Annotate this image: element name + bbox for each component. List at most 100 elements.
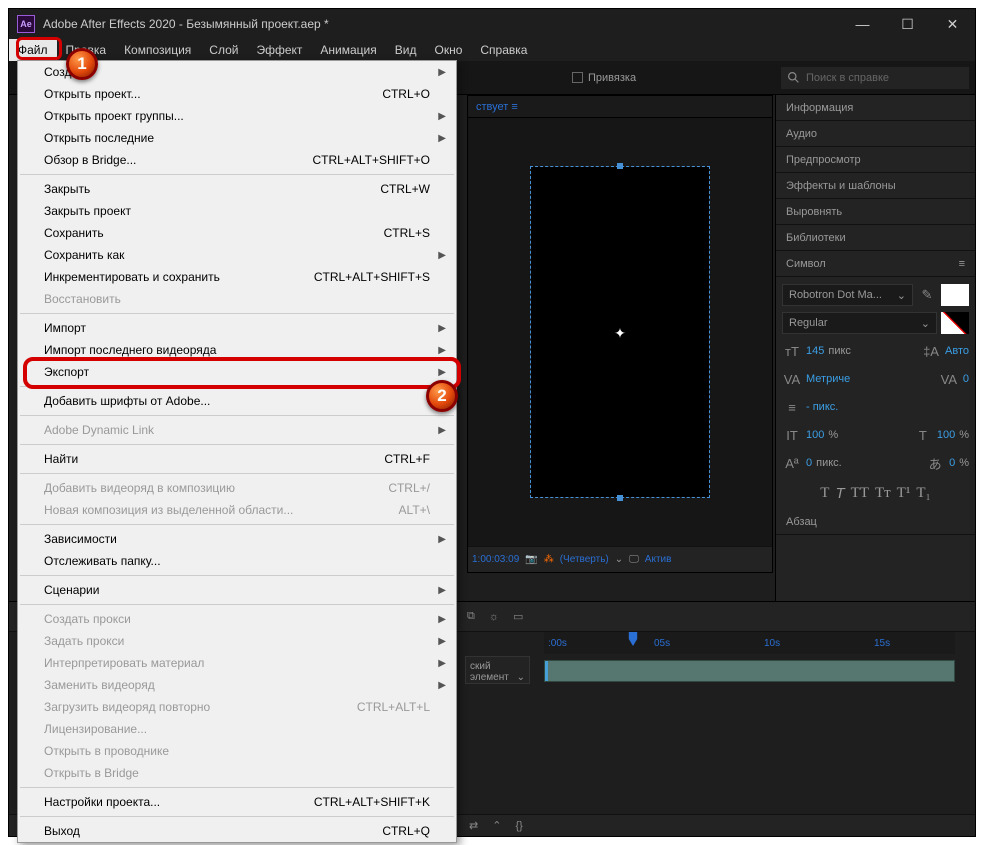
shy-icon[interactable]: ⧉ xyxy=(467,610,475,623)
file-dropdown-menu: Создать▶Открыть проект...CTRL+OОткрыть п… xyxy=(17,60,457,843)
fill-swatch[interactable] xyxy=(941,284,969,306)
snap-label: Привязка xyxy=(588,72,636,84)
menu-effect[interactable]: Эффект xyxy=(247,39,311,61)
monitor-icon[interactable]: 🖵 xyxy=(629,554,639,565)
comp-quality[interactable]: (Четверть) xyxy=(560,554,609,565)
baseline-icon: Aª xyxy=(782,453,802,473)
panel-effects[interactable]: Эффекты и шаблоны xyxy=(776,173,975,199)
camera-icon[interactable]: 📷 xyxy=(525,554,537,565)
menu-item[interactable]: Сценарии▶ xyxy=(18,579,456,601)
menu-item[interactable]: НайтиCTRL+F xyxy=(18,448,456,470)
layer-name[interactable]: ский элемент⌄ xyxy=(465,656,530,684)
subscript-button[interactable]: T₁ xyxy=(916,485,930,503)
menu-view[interactable]: Вид xyxy=(386,39,426,61)
panel-info[interactable]: Информация xyxy=(776,95,975,121)
layer-track[interactable] xyxy=(544,660,955,682)
vscale-value[interactable]: 100 xyxy=(806,429,824,441)
type-style-buttons: T T TT Tᴛ T¹ T₁ xyxy=(782,479,969,503)
leading-value[interactable]: Авто xyxy=(945,345,969,357)
menu-item[interactable]: Импорт▶ xyxy=(18,317,456,339)
menu-item: Лицензирование... xyxy=(18,718,456,740)
comp-canvas[interactable]: ✦ xyxy=(468,118,772,546)
allcaps-button[interactable]: TT xyxy=(851,485,869,503)
highlight-file-menu xyxy=(16,37,62,60)
panel-character[interactable]: Символ≡ xyxy=(776,251,975,277)
color-icon[interactable]: ⁂ xyxy=(544,554,554,565)
hscale-value[interactable]: 100 xyxy=(937,429,955,441)
menu-item: Новая композиция из выделенной области..… xyxy=(18,499,456,521)
menu-item[interactable]: Настройки проекта...CTRL+ALT+SHIFT+K xyxy=(18,791,456,813)
stroke-swatch[interactable] xyxy=(941,312,969,334)
panel-libraries[interactable]: Библиотеки xyxy=(776,225,975,251)
kerning-value[interactable]: Метриче xyxy=(806,373,850,385)
panel-preview[interactable]: Предпросмотр xyxy=(776,147,975,173)
menu-help[interactable]: Справка xyxy=(471,39,536,61)
handle-top[interactable] xyxy=(617,163,623,169)
app-icon: Ae xyxy=(17,15,35,33)
menubar: Файл Правка Композиция Слой Эффект Анима… xyxy=(9,39,975,61)
frame-blend-icon[interactable]: ▭ xyxy=(513,610,523,623)
toggle-brackets-icon[interactable]: {} xyxy=(515,820,522,832)
font-size-icon: тT xyxy=(782,341,802,361)
panel-paragraph[interactable]: Абзац xyxy=(776,509,975,535)
callout-2: 2 xyxy=(426,380,458,412)
menu-item: Добавить видеоряд в композициюCTRL+/ xyxy=(18,477,456,499)
comp-frame: ✦ xyxy=(531,167,709,497)
superscript-button[interactable]: T¹ xyxy=(897,485,911,503)
time-ruler[interactable]: :00s 05s 10s 15s xyxy=(544,632,955,654)
tsume-value[interactable]: 0 xyxy=(949,457,955,469)
bold-button[interactable]: T xyxy=(820,485,829,503)
comp-tab[interactable]: ствует ≡ xyxy=(468,96,772,118)
smallcaps-button[interactable]: Tᴛ xyxy=(875,485,891,503)
menu-item[interactable]: Отслеживать папку... xyxy=(18,550,456,572)
menu-composition[interactable]: Композиция xyxy=(115,39,200,61)
menu-item[interactable]: Добавить шрифты от Adobe... xyxy=(18,390,456,412)
panel-align[interactable]: Выровнять xyxy=(776,199,975,225)
menu-icon[interactable]: ≡ xyxy=(959,258,965,270)
menu-layer[interactable]: Слой xyxy=(200,39,247,61)
menu-item[interactable]: Открыть проект группы...▶ xyxy=(18,105,456,127)
fx-icon[interactable]: ☼ xyxy=(489,611,499,623)
checkbox-icon xyxy=(572,72,583,83)
menu-item[interactable]: Зависимости▶ xyxy=(18,528,456,550)
menu-item[interactable]: Открыть проект...CTRL+O xyxy=(18,83,456,105)
hscale-icon: T xyxy=(913,425,933,445)
snap-toggle[interactable]: Привязка xyxy=(572,72,636,84)
handle-bottom[interactable] xyxy=(617,495,623,501)
menu-item[interactable]: Открыть последние▶ xyxy=(18,127,456,149)
menu-item[interactable]: Инкрементировать и сохранитьCTRL+ALT+SHI… xyxy=(18,266,456,288)
menu-item[interactable]: ЗакрытьCTRL+W xyxy=(18,178,456,200)
menu-item[interactable]: Сохранить как▶ xyxy=(18,244,456,266)
eyedropper-icon[interactable]: ✎ xyxy=(917,285,937,305)
menu-item: Создать прокси▶ xyxy=(18,608,456,630)
menu-item: Заменить видеоряд▶ xyxy=(18,674,456,696)
search-icon xyxy=(787,71,800,84)
help-search[interactable]: Поиск в справке xyxy=(781,67,969,89)
close-button[interactable]: ✕ xyxy=(930,9,975,39)
menu-item: Открыть в проводнике xyxy=(18,740,456,762)
toggle-modes-icon[interactable]: ⌃ xyxy=(492,819,501,832)
menu-item[interactable]: ВыходCTRL+Q xyxy=(18,820,456,842)
font-weight-dropdown[interactable]: Regular⌄ xyxy=(782,312,937,334)
menu-window[interactable]: Окно xyxy=(425,39,471,61)
menu-item[interactable]: Закрыть проект xyxy=(18,200,456,222)
baseline-value[interactable]: 0 xyxy=(806,457,812,469)
comp-active[interactable]: Актив xyxy=(645,554,672,565)
tsume-icon: あ xyxy=(925,453,945,473)
titlebar: Ae Adobe After Effects 2020 - Безымянный… xyxy=(9,9,975,39)
font-size-value[interactable]: 145 xyxy=(806,345,824,357)
tracking-icon: VA xyxy=(939,369,959,389)
stroke-width-value[interactable]: - пикс. xyxy=(806,401,838,413)
menu-animation[interactable]: Анимация xyxy=(311,39,385,61)
minimize-button[interactable]: ― xyxy=(840,9,885,39)
tracking-value[interactable]: 0 xyxy=(963,373,969,385)
menu-item[interactable]: Обзор в Bridge...CTRL+ALT+SHIFT+O xyxy=(18,149,456,171)
font-family-dropdown[interactable]: Robotron Dot Ma...⌄ xyxy=(782,284,913,306)
toggle-switches-icon[interactable]: ⇄ xyxy=(469,819,478,832)
maximize-button[interactable]: ☐ xyxy=(885,9,930,39)
highlight-export-item xyxy=(23,357,461,389)
panel-audio[interactable]: Аудио xyxy=(776,121,975,147)
menu-item: Загрузить видеоряд повторноCTRL+ALT+L xyxy=(18,696,456,718)
italic-button[interactable]: T xyxy=(835,485,844,503)
menu-item[interactable]: СохранитьCTRL+S xyxy=(18,222,456,244)
